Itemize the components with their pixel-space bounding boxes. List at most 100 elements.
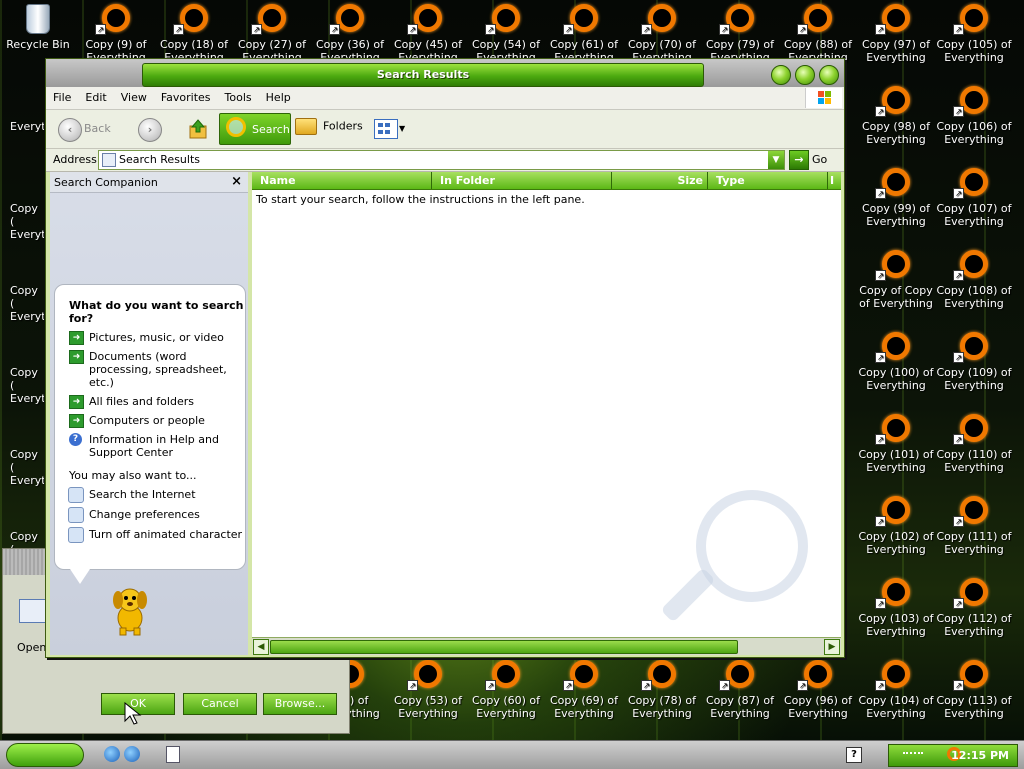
- desktop-icon[interactable]: ↗ Copy of Copy of Everything: [858, 248, 934, 328]
- column-type[interactable]: Type: [708, 172, 828, 189]
- address-dropdown-button[interactable]: ▼: [768, 151, 784, 169]
- up-folder-icon[interactable]: [188, 119, 208, 139]
- desktop-icon[interactable]: ↗ Copy (110) of Everything: [936, 412, 1012, 492]
- desktop-icon[interactable]: Everyt: [0, 84, 44, 164]
- cancel-button[interactable]: Cancel: [183, 693, 257, 715]
- menu-view[interactable]: View: [114, 87, 154, 109]
- internet-explorer-icon[interactable]: [104, 746, 120, 762]
- desktop-icon[interactable]: ↗ Copy (69) of Everything: [546, 658, 622, 738]
- desktop-icon[interactable]: ↗ Copy (96) of Everything: [780, 658, 856, 738]
- search-dog-character-icon[interactable]: [108, 584, 152, 636]
- desktop-icon[interactable]: Copy (Everyt: [0, 166, 44, 246]
- desktop-icon[interactable]: ↗ Copy (53) of Everything: [390, 658, 466, 738]
- desktop-icon[interactable]: ↗ Copy (104) of Everything: [858, 658, 934, 738]
- browse-button[interactable]: Browse...: [263, 693, 337, 715]
- scroll-left-icon[interactable]: ◀: [253, 639, 269, 655]
- scroll-right-icon[interactable]: ▶: [824, 639, 840, 655]
- desktop-icon[interactable]: ↗ Copy (97) of Everything: [858, 2, 934, 82]
- desktop-icon[interactable]: ↗ Copy (107) of Everything: [936, 166, 1012, 246]
- menu-file[interactable]: File: [46, 87, 78, 109]
- icon-label: Copy (101) of Everything: [858, 448, 934, 474]
- chevron-down-icon[interactable]: ▼: [399, 124, 405, 133]
- scroll-thumb[interactable]: [270, 640, 738, 654]
- desktop-icon[interactable]: ↗ Copy (98) of Everything: [858, 84, 934, 164]
- run-icon: [19, 599, 47, 623]
- go-button[interactable]: Go: [812, 153, 827, 166]
- column-name[interactable]: Name: [252, 172, 432, 189]
- icon-label: Copy (87) of Everything: [705, 694, 775, 720]
- address-value: Search Results: [119, 153, 201, 166]
- desktop-icon[interactable]: ↗ Copy (113) of Everything: [936, 658, 1012, 738]
- address-field[interactable]: Search Results ▼: [98, 150, 785, 170]
- option-documents[interactable]: ➜ Documents (word processing, spreadsheet…: [55, 350, 237, 389]
- document-icon[interactable]: [166, 746, 180, 763]
- option-all-files-folders[interactable]: ➜ All files and folders: [55, 395, 237, 409]
- option-computers-people[interactable]: ➜ Computers or people: [55, 414, 237, 428]
- mouse-cursor-icon: [124, 702, 142, 725]
- minimize-button[interactable]: [771, 65, 791, 85]
- desktop-icon[interactable]: Copy (Everyt: [0, 412, 44, 492]
- title-bar[interactable]: Search Results: [46, 59, 844, 87]
- everything-icon: ↗: [797, 660, 833, 691]
- character-icon: [68, 527, 84, 543]
- desktop-icon[interactable]: ↗ Copy (111) of Everything: [936, 494, 1012, 574]
- menu-tools[interactable]: Tools: [218, 87, 259, 109]
- desktop-icon[interactable]: ↗ Copy (102) of Everything: [858, 494, 934, 574]
- help-icon[interactable]: ?: [846, 747, 862, 763]
- green-arrow-icon: ➜: [69, 331, 84, 345]
- back-button[interactable]: Back: [84, 122, 111, 135]
- go-arrow-icon[interactable]: →: [789, 150, 809, 170]
- everything-icon: ↗: [563, 4, 599, 35]
- desktop-icon[interactable]: ↗ Copy (106) of Everything: [936, 84, 1012, 164]
- search-button[interactable]: Search: [219, 113, 291, 145]
- desktop-icon[interactable]: ↗ Copy (100) of Everything: [858, 330, 934, 410]
- close-pane-icon[interactable]: ×: [231, 174, 242, 189]
- column-date[interactable]: I: [828, 172, 841, 189]
- icon-label: Copy (105) of Everything: [936, 38, 1012, 64]
- icon-label: Everyt: [10, 310, 44, 323]
- desktop-icon[interactable]: ↗ Copy (78) of Everything: [624, 658, 700, 738]
- folders-button[interactable]: Folders: [295, 118, 363, 135]
- views-icon[interactable]: [374, 119, 398, 139]
- option-search-internet[interactable]: Search the Internet: [55, 487, 245, 503]
- column-size[interactable]: Size: [612, 172, 708, 189]
- desktop-icon[interactable]: ↗ Copy (108) of Everything: [936, 248, 1012, 328]
- option-help-support[interactable]: ? Information in Help and Support Center: [55, 433, 237, 459]
- icon-label: Copy (104) of Everything: [858, 694, 934, 720]
- close-button[interactable]: [819, 65, 839, 85]
- desktop-icon[interactable]: ↗ Copy (103) of Everything: [858, 576, 934, 656]
- desktop-icon[interactable]: ↗ Copy (105) of Everything: [936, 2, 1012, 82]
- back-arrow-icon[interactable]: ‹: [58, 118, 82, 142]
- everything-icon: ↗: [875, 496, 911, 527]
- desktop-icon[interactable]: ↗ Copy (87) of Everything: [702, 658, 778, 738]
- maximize-button[interactable]: [795, 65, 815, 85]
- column-in-folder[interactable]: In Folder: [432, 172, 612, 189]
- desktop-icon[interactable]: Copy (Everyt: [0, 330, 44, 410]
- icon-label: Copy (78) of Everything: [627, 694, 697, 720]
- desktop-icon[interactable]: ↗ Copy (112) of Everything: [936, 576, 1012, 656]
- icon-label: Copy of Copy of Everything: [859, 284, 933, 310]
- menu-favorites[interactable]: Favorites: [154, 87, 218, 109]
- internet-explorer-alt-icon[interactable]: [124, 746, 140, 762]
- forward-arrow-icon[interactable]: ›: [138, 118, 162, 142]
- everything-icon: ↗: [953, 86, 989, 117]
- option-change-preferences[interactable]: Change preferences: [55, 507, 245, 523]
- empty-results-message: To start your search, follow the instruc…: [256, 193, 585, 206]
- menu-help[interactable]: Help: [259, 87, 298, 109]
- system-tray: 12:15 PM: [888, 744, 1018, 767]
- desktop-icon[interactable]: ↗ Copy (99) of Everything: [858, 166, 934, 246]
- desktop-icon[interactable]: ↗ Copy (101) of Everything: [858, 412, 934, 492]
- menu-bar: File Edit View Favorites Tools Help: [46, 87, 844, 110]
- start-button[interactable]: [6, 743, 84, 767]
- desktop-icon[interactable]: ↗ Copy (60) of Everything: [468, 658, 544, 738]
- everything-icon: ↗: [797, 4, 833, 35]
- search-companion-header: Search Companion ×: [50, 172, 248, 193]
- desktop-icon[interactable]: Copy (Everyt: [0, 248, 44, 328]
- horizontal-scrollbar[interactable]: ◀ ▶: [252, 637, 841, 655]
- menu-edit[interactable]: Edit: [78, 87, 113, 109]
- search-results-window: Search Results File Edit View Favorites Tool…: [45, 58, 845, 658]
- option-turn-off-character[interactable]: Turn off animated character: [55, 527, 245, 543]
- everything-icon: ↗: [953, 4, 989, 35]
- desktop-icon[interactable]: ↗ Copy (109) of Everything: [936, 330, 1012, 410]
- option-pictures-music-video[interactable]: ➜ Pictures, music, or video: [55, 331, 237, 345]
